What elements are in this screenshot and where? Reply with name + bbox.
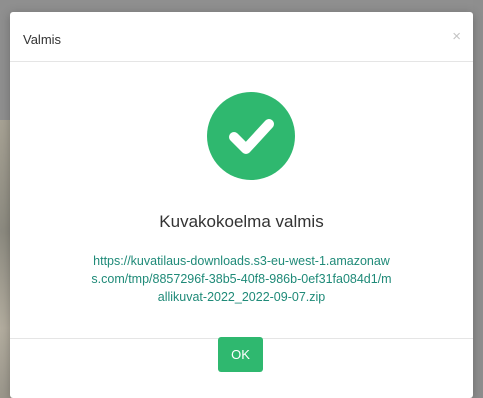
collection-ready-heading: Kuvakokoelma valmis [159, 212, 324, 231]
check-circle-icon [207, 92, 295, 180]
background-page-right [473, 0, 483, 398]
dialog-header: Valmis × [10, 12, 473, 62]
checkmark-icon [229, 119, 274, 154]
download-link[interactable]: https://kuvatilaus-downloads.s3-eu-west-… [90, 252, 393, 306]
dialog-title: Valmis [23, 32, 62, 47]
ok-button[interactable]: OK [218, 337, 263, 372]
close-icon[interactable]: × [452, 29, 461, 44]
